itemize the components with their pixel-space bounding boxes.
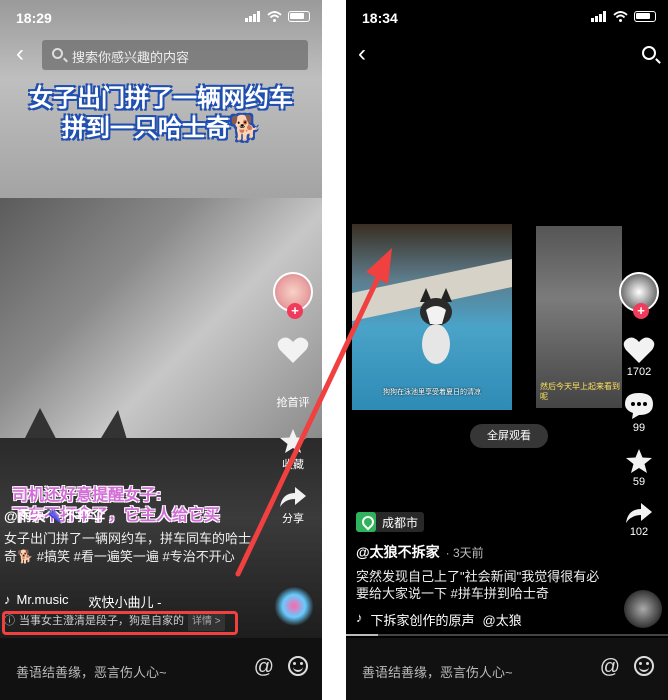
author-name[interactable]: @雨天🌂不打伞 (4, 506, 105, 526)
star-icon (626, 449, 652, 473)
husky-image (25, 408, 127, 438)
emoji-icon[interactable] (634, 656, 654, 676)
music-disc-icon[interactable] (274, 586, 314, 626)
favorite-button[interactable]: 59 (625, 448, 653, 488)
comment-button[interactable]: 99 (624, 392, 654, 434)
share-arrow-icon (280, 487, 306, 507)
action-rail: + 1702 99 59 102 (614, 272, 664, 538)
action-rail: + 抢首评 收藏 分享 (268, 272, 318, 526)
search-input[interactable]: 搜索你感兴趣的内容 (42, 40, 308, 70)
like-button[interactable]: 1702 (623, 336, 655, 378)
music-artist: @太狼 (482, 613, 522, 628)
star-icon (280, 429, 306, 453)
follow-plus-icon[interactable]: + (287, 303, 303, 319)
overlay-caption-line1: 司机还好意提醒女子: (12, 487, 162, 504)
left-phone-screen: 18:29 ‹ 搜索你感兴趣的内容 女子出门拼了一辆网约车 拼到一只哈士奇🐕 +… (0, 0, 322, 700)
music-info[interactable]: ♪ Mr.music 欢快小曲儿 - (4, 592, 161, 611)
battery-icon (288, 11, 310, 22)
status-bar: 18:34 (346, 0, 668, 34)
like-button[interactable] (277, 336, 309, 364)
author-avatar[interactable]: + (619, 272, 659, 319)
status-time: 18:29 (16, 10, 52, 26)
location-name: 成都市 (382, 515, 419, 530)
fullscreen-button[interactable]: 全屏观看 (470, 424, 548, 448)
favorite-count: 59 (632, 476, 646, 488)
video-thumbnail-car[interactable]: 然后今天早上起来看到呢 (536, 226, 622, 408)
video-description: 突然发现自己上了"社会新闻"我觉得很有必要给大家说一下 #拼车拼到哈士奇 (356, 569, 600, 601)
right-phone-screen: 18:34 ‹ 狗狗在泳池里享受着夏日的清凉 然后今天早上起来看到呢 全屏观看 … (346, 0, 668, 700)
annotation-highlight-box (2, 611, 238, 635)
comment-bar: 善语结善缘，恶言伤人心~ @ (0, 638, 322, 700)
car-caption: 然后今天早上起来看到呢 (540, 382, 620, 401)
music-note-icon: ♪ (356, 610, 363, 625)
music-title: 欢快小曲儿 - (88, 595, 162, 610)
share-count: 102 (629, 526, 649, 538)
share-button[interactable]: 102 (625, 502, 653, 538)
status-time: 18:34 (362, 10, 398, 26)
wifi-icon (267, 11, 282, 22)
comment-input[interactable]: 善语结善缘，恶言伤人心~ (16, 662, 167, 681)
comment-bar: 善语结善缘，恶言伤人心~ @ (346, 638, 668, 700)
wifi-icon (613, 11, 628, 22)
signal-icon (591, 11, 606, 22)
search-icon (52, 48, 63, 59)
comment-count: 99 (632, 422, 646, 434)
signal-icon (245, 11, 260, 22)
battery-icon (634, 11, 656, 22)
status-bar: 18:29 (0, 0, 322, 34)
emoji-icon[interactable] (288, 656, 308, 676)
comment-label: 抢首评 (276, 397, 310, 409)
mention-icon[interactable]: @ (254, 656, 274, 679)
comment-button[interactable]: 抢首评 (277, 392, 310, 410)
favorite-button[interactable]: 收藏 (279, 428, 307, 472)
author-line: @太狼不拆家 · 3天前 (356, 542, 484, 562)
video-description: 女子出门拼了一辆网约车，拼车同车的哈士奇🐕 #搞笑 #看一遍笑一遍 #专治不开心 (4, 531, 252, 564)
pool-caption: 狗狗在泳池里享受着夏日的清凉 (383, 389, 481, 396)
comment-bubble-icon (625, 393, 653, 419)
mention-icon[interactable]: @ (600, 656, 620, 679)
video-progress-bar[interactable] (346, 634, 668, 636)
heart-icon (623, 337, 655, 363)
location-tag[interactable]: 成都市 (356, 512, 425, 532)
author-avatar[interactable]: + (273, 272, 313, 319)
music-title: 下拆家创作的原声 (370, 613, 475, 628)
video-thumbnail-pool[interactable]: 狗狗在泳池里享受着夏日的清凉 (352, 224, 512, 410)
music-note-icon: ♪ (4, 592, 11, 607)
music-info[interactable]: ♪ 下拆家创作的原声 @太狼 (356, 610, 522, 629)
follow-plus-icon[interactable]: + (633, 303, 649, 319)
back-button[interactable]: ‹ (358, 40, 366, 68)
share-arrow-icon (626, 503, 652, 523)
search-placeholder: 搜索你感兴趣的内容 (72, 50, 190, 65)
progress-fill (346, 634, 379, 636)
back-button[interactable]: ‹ (6, 40, 34, 68)
comment-input[interactable]: 善语结善缘，恶言伤人心~ (362, 662, 513, 681)
heart-icon (277, 337, 309, 363)
husky-in-pool-image (420, 288, 452, 364)
video-headline-line2: 拼到一只哈士奇🐕 (62, 115, 260, 142)
music-disc-icon[interactable] (624, 590, 662, 628)
author-name[interactable]: @太狼不拆家 (356, 544, 440, 560)
search-icon[interactable] (642, 46, 656, 60)
favorite-label: 收藏 (282, 459, 304, 471)
music-artist: Mr.music (16, 592, 69, 607)
post-timestamp: · 3天前 (445, 546, 484, 560)
share-label: 分享 (282, 513, 304, 525)
share-button[interactable]: 分享 (279, 486, 307, 526)
location-pin-icon (356, 512, 376, 532)
like-count: 1702 (626, 366, 652, 378)
